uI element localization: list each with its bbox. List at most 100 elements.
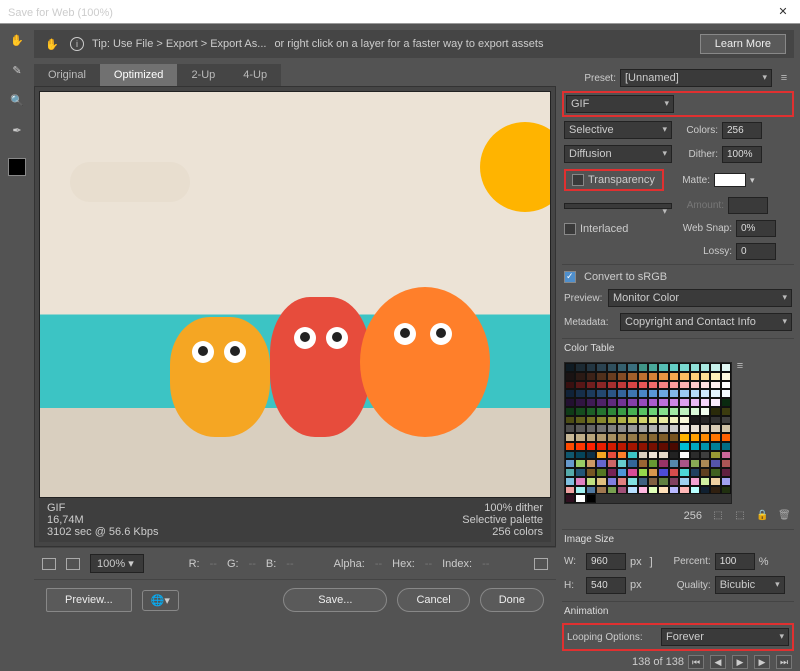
metadata-select[interactable]: Copyright and Contact Info	[620, 313, 792, 331]
status-bar: 100% ▾ R:-- G:-- B:-- Alpha:-- Hex:-- In…	[34, 547, 556, 579]
preview-info: GIF 16,74M 3102 sec @ 56.6 Kbps 100% dit…	[39, 498, 551, 542]
save-button[interactable]: Save...	[283, 588, 387, 612]
looping-select[interactable]: Forever	[661, 628, 789, 646]
preview-select[interactable]: Monitor Color	[608, 289, 792, 307]
done-button[interactable]: Done	[480, 588, 544, 612]
transparency-checkbox[interactable]	[572, 174, 584, 186]
info-timing: 3102 sec @ 56.6 Kbps	[47, 526, 158, 538]
preview-button[interactable]: Preview...	[46, 588, 132, 612]
close-icon[interactable]: ✕	[774, 3, 792, 21]
colortable-count: 256	[684, 510, 702, 522]
last-frame-button[interactable]: ⏭	[776, 655, 792, 669]
index-label: Index:	[442, 558, 472, 570]
metadata-label: Metadata:	[564, 317, 616, 328]
height-input[interactable]	[586, 577, 626, 594]
tab-optimized[interactable]: Optimized	[100, 64, 178, 86]
format-select[interactable]: GIF	[566, 95, 674, 113]
dialog-footer: Preview... 🌐▾ Save... Cancel Done	[34, 579, 556, 620]
play-button[interactable]: ▶	[732, 655, 748, 669]
srgb-label: Convert to sRGB	[584, 271, 667, 283]
info-filesize: 16,74M	[47, 514, 158, 526]
dither-input[interactable]	[722, 146, 762, 163]
width-label: W:	[564, 556, 582, 567]
trash-icon[interactable]: 🗑	[778, 510, 790, 522]
hand-tool-icon[interactable]: ✋	[7, 30, 27, 50]
lock-icon[interactable]: 🔒	[756, 510, 768, 522]
dither-label: Dither:	[676, 149, 718, 160]
reduction-select[interactable]: Selective	[564, 121, 672, 139]
lossy-input[interactable]	[736, 243, 776, 260]
title-bar: Save for Web (100%) ✕	[0, 0, 800, 24]
tool-strip: ✋ ✎ 🔍 ✒	[0, 24, 34, 620]
info-colors: 256 colors	[462, 526, 543, 538]
preset-select[interactable]: [Unnamed]	[620, 69, 772, 87]
format-row-highlighted: GIF	[562, 91, 794, 117]
slice-tool-icon[interactable]: ✎	[7, 60, 27, 80]
interlaced-checkbox[interactable]	[564, 223, 576, 235]
percent-label: Percent:	[661, 556, 711, 567]
interlaced-label: Interlaced	[580, 223, 628, 235]
grid-toggle-icon[interactable]	[42, 558, 56, 570]
status-extra-icon[interactable]	[534, 558, 548, 570]
dither-alg-select[interactable]: Diffusion	[564, 145, 672, 163]
width-input[interactable]	[586, 553, 626, 570]
tip-text-b: or right click on a layer for a faster w…	[274, 38, 543, 50]
next-frame-button[interactable]: ▶	[754, 655, 770, 669]
preview-label: Preview:	[564, 293, 604, 304]
r-label: R:	[189, 558, 200, 570]
playback-controls: ⏮ ◀ ▶ ▶ ⏭	[688, 655, 792, 669]
colors-label: Colors:	[676, 125, 718, 136]
tip-text-a: Tip: Use File > Export > Export As...	[92, 38, 266, 50]
quality-select[interactable]: Bicubic	[715, 576, 785, 594]
ct-icon-2[interactable]: ⬚	[734, 510, 746, 522]
zoom-tool-icon[interactable]: 🔍	[7, 90, 27, 110]
websnap-label: Web Snap:	[676, 223, 732, 234]
learn-more-button[interactable]: Learn More	[700, 34, 786, 54]
percent-input[interactable]	[715, 553, 755, 570]
transparency-dither-select	[564, 203, 672, 209]
info-palette: Selective palette	[462, 514, 543, 526]
quality-label: Quality:	[661, 580, 711, 591]
hex-label: Hex:	[392, 558, 415, 570]
ct-icon-1[interactable]: ⬚	[712, 510, 724, 522]
cancel-button[interactable]: Cancel	[397, 588, 469, 612]
g-label: G:	[227, 558, 239, 570]
amount-input	[728, 197, 768, 214]
tab-4up[interactable]: 4-Up	[229, 64, 281, 86]
info-icon: i	[70, 37, 84, 51]
preview-image[interactable]	[39, 91, 551, 498]
colors-input[interactable]	[722, 122, 762, 139]
foreground-swatch[interactable]	[8, 158, 26, 176]
tab-2up[interactable]: 2-Up	[177, 64, 229, 86]
colortable-footer: 256 ⬚ ⬚ 🔒 🗑	[562, 508, 794, 524]
colortable-menu-icon[interactable]: ≡	[732, 360, 748, 372]
srgb-checkbox[interactable]	[564, 271, 576, 283]
browser-preview-icon[interactable]: 🌐▾	[142, 590, 179, 611]
zoom-select[interactable]: 100% ▾	[90, 554, 144, 573]
color-table[interactable]	[564, 362, 732, 504]
preview-pane: GIF 16,74M 3102 sec @ 56.6 Kbps 100% dit…	[34, 86, 556, 547]
colortable-title: Color Table	[562, 338, 794, 358]
window-title: Save for Web (100%)	[8, 7, 113, 19]
grid-toggle2-icon[interactable]	[66, 558, 80, 570]
imagesize-title: Image Size	[562, 529, 794, 549]
info-format: GIF	[47, 502, 158, 514]
prev-frame-button[interactable]: ◀	[710, 655, 726, 669]
websnap-input[interactable]	[736, 220, 776, 237]
preset-label: Preset:	[564, 73, 616, 84]
alpha-label: Alpha:	[334, 558, 365, 570]
matte-swatch[interactable]	[714, 173, 746, 187]
lossy-label: Lossy:	[676, 246, 732, 257]
eyedropper-tool-icon[interactable]: ✒	[7, 120, 27, 140]
first-frame-button[interactable]: ⏮	[688, 655, 704, 669]
amount-label: Amount:	[676, 200, 724, 211]
looping-label: Looping Options:	[567, 632, 657, 643]
looping-row-highlighted: Looping Options: Forever	[562, 623, 794, 651]
tip-bar: ✋ i Tip: Use File > Export > Export As..…	[34, 30, 794, 58]
tab-original[interactable]: Original	[34, 64, 100, 86]
hand-icon: ✋	[42, 34, 62, 54]
panel-menu-icon[interactable]: ≡	[776, 72, 792, 84]
link-icon[interactable]: ]	[650, 556, 653, 568]
animation-title: Animation	[562, 601, 794, 621]
b-label: B:	[266, 558, 276, 570]
